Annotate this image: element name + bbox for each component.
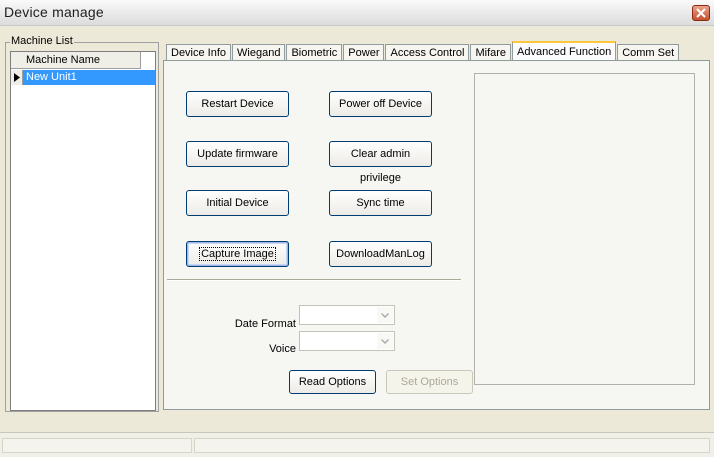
clear-admin-privilege-button[interactable]: Clear admin privilege: [329, 141, 432, 184]
row-indicator: [11, 70, 23, 85]
device-manage-window: Device manage Machine List Machine Name …: [0, 0, 714, 457]
tab-biometric[interactable]: Biometric: [286, 44, 343, 61]
machine-list-grid[interactable]: Machine Name New Unit1: [10, 51, 156, 411]
tab-device-info[interactable]: Device Info: [166, 44, 232, 61]
tab-strip: Device Info Wiegand Biometric Power Acce…: [166, 41, 680, 61]
chevron-down-icon: [381, 338, 389, 344]
close-icon: [696, 8, 706, 18]
status-segment-2: [194, 438, 710, 453]
advanced-function-panel: Restart Device Power off Device Update f…: [163, 60, 710, 410]
read-options-button[interactable]: Read Options: [289, 370, 376, 394]
machine-list-label: Machine List: [10, 35, 74, 48]
section-divider: [167, 279, 461, 281]
download-manlog-button[interactable]: DownloadManLog: [329, 241, 432, 267]
sync-time-button[interactable]: Sync time: [329, 190, 432, 216]
list-item[interactable]: New Unit1: [11, 70, 155, 85]
status-segment-1: [2, 438, 192, 453]
initial-device-button[interactable]: Initial Device: [186, 190, 289, 216]
date-format-select[interactable]: [299, 305, 395, 325]
machine-name-cell[interactable]: New Unit1: [23, 70, 155, 85]
date-format-label: Date Format: [234, 318, 296, 330]
tab-comm-set[interactable]: Comm Set: [617, 44, 680, 61]
set-options-button[interactable]: Set Options: [386, 370, 473, 394]
tab-mifare[interactable]: Mifare: [470, 44, 512, 61]
close-button[interactable]: [692, 5, 710, 21]
power-off-device-button[interactable]: Power off Device: [329, 91, 432, 117]
voice-select[interactable]: [299, 331, 395, 351]
update-firmware-button[interactable]: Update firmware: [186, 141, 289, 167]
tab-access-control[interactable]: Access Control: [385, 44, 470, 61]
voice-label: Voice: [269, 343, 296, 355]
capture-image-label: Capture Image: [199, 247, 276, 261]
restart-device-button[interactable]: Restart Device: [186, 91, 289, 117]
tab-advanced-function[interactable]: Advanced Function: [512, 41, 617, 61]
capture-image-preview: [474, 73, 695, 385]
title-bar[interactable]: Device manage: [0, 0, 714, 26]
current-row-arrow-icon: [13, 73, 20, 82]
capture-image-button[interactable]: Capture Image: [186, 241, 289, 267]
tab-wiegand[interactable]: Wiegand: [232, 44, 286, 61]
window-title: Device manage: [4, 4, 104, 20]
voice-dropdown-button[interactable]: [377, 333, 393, 349]
column-header-machine-name[interactable]: Machine Name: [11, 52, 141, 69]
tab-power[interactable]: Power: [343, 44, 385, 61]
chevron-down-icon: [381, 312, 389, 318]
date-format-dropdown-button[interactable]: [377, 307, 393, 323]
machine-list-group: Machine List Machine Name New Unit1: [5, 35, 159, 412]
status-bar: [0, 432, 714, 457]
